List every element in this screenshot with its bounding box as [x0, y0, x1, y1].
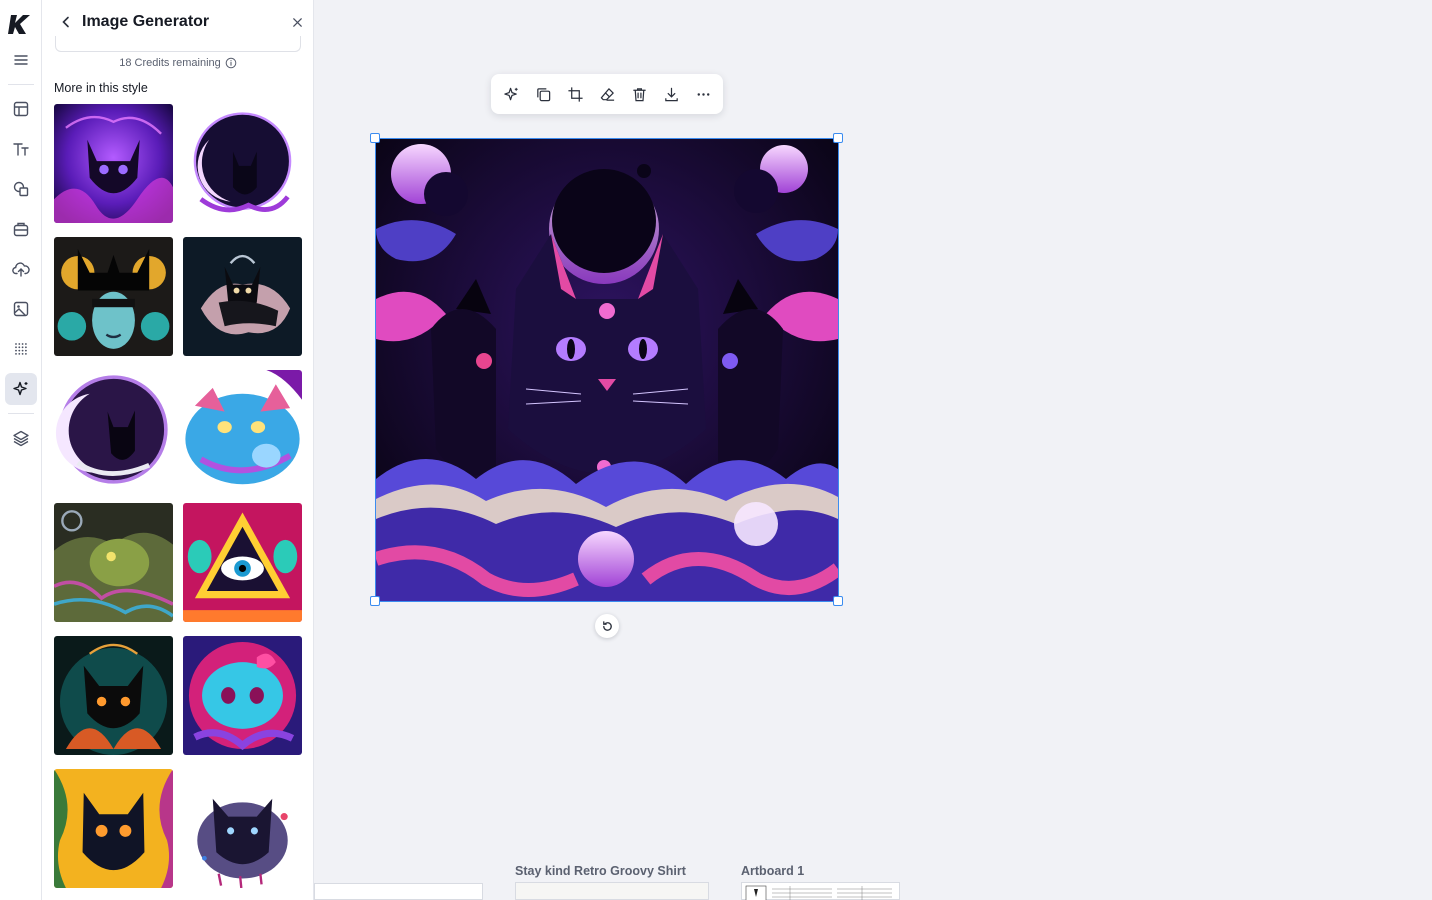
- resize-handle-top-left[interactable]: [370, 133, 380, 143]
- dots-pattern-icon[interactable]: [5, 333, 37, 365]
- elements-icon[interactable]: [5, 213, 37, 245]
- resize-handle-bottom-right[interactable]: [833, 596, 843, 606]
- thumbnail-spirit-wolf-dark[interactable]: [183, 237, 302, 356]
- thumbnail-neon-kitty-skulls[interactable]: [183, 636, 302, 755]
- prompt-field-edge[interactable]: [55, 36, 301, 52]
- credits-remaining: 18 Credits remaining: [42, 57, 313, 69]
- panel-title: Image Generator: [82, 13, 210, 30]
- text-icon[interactable]: [5, 133, 37, 165]
- more-icon[interactable]: [691, 82, 715, 106]
- layers-icon[interactable]: [5, 422, 37, 454]
- info-icon[interactable]: [225, 57, 237, 69]
- image-generator-panel: Image Generator 18 Credits remaining Mor…: [42, 0, 314, 900]
- menu-icon[interactable]: [5, 44, 37, 76]
- logo-icon[interactable]: [6, 10, 34, 38]
- upload-icon[interactable]: [5, 253, 37, 285]
- rail-divider: [8, 413, 34, 414]
- thumbnail-mandala-black-cat[interactable]: [54, 636, 173, 755]
- thumbnail-psychedelic-creature[interactable]: [54, 503, 173, 622]
- tool-rail: [0, 0, 42, 900]
- magic-edit-icon[interactable]: [499, 82, 523, 106]
- thumbnail-all-seeing-eye-aliens[interactable]: [183, 503, 302, 622]
- resize-handle-bottom-left[interactable]: [370, 596, 380, 606]
- rotate-icon: [602, 620, 612, 631]
- artboard-thumbnail[interactable]: [515, 882, 709, 900]
- crop-icon[interactable]: [563, 82, 587, 106]
- artboard-preview-graphic: [745, 885, 892, 900]
- back-button[interactable]: [56, 12, 76, 32]
- ai-generator-icon[interactable]: [5, 373, 37, 405]
- artboard-thumbnail[interactable]: [741, 882, 900, 900]
- delete-icon[interactable]: [627, 82, 651, 106]
- thumbnail-symmetric-cats-woman[interactable]: [54, 237, 173, 356]
- close-button[interactable]: [287, 12, 307, 32]
- download-icon[interactable]: [659, 82, 683, 106]
- shapes-icon[interactable]: [5, 173, 37, 205]
- chevron-left-icon: [62, 16, 69, 28]
- rail-divider: [8, 84, 34, 85]
- templates-icon[interactable]: [5, 93, 37, 125]
- credits-text: 18 Credits remaining: [119, 57, 221, 69]
- photos-icon[interactable]: [5, 293, 37, 325]
- duplicate-icon[interactable]: [531, 82, 555, 106]
- resize-handle-top-right[interactable]: [833, 133, 843, 143]
- thumbnail-crescent-moon-cat[interactable]: [54, 370, 173, 489]
- eraser-icon[interactable]: [595, 82, 619, 106]
- rotate-handle[interactable]: [595, 614, 619, 638]
- section-title: More in this style: [54, 81, 148, 95]
- artboard-label[interactable]: Artboard 1: [741, 864, 804, 878]
- image-toolbar: [491, 74, 723, 114]
- artboard-thumbnail-partial[interactable]: [314, 883, 483, 900]
- thumbnail-neon-fluffy-cat[interactable]: [183, 370, 302, 489]
- close-icon: [292, 17, 302, 27]
- thumbnail-purple-cosmic-cat[interactable]: [54, 104, 173, 223]
- artboard-label[interactable]: Stay kind Retro Groovy Shirt: [515, 864, 686, 878]
- thumbnail-moon-circle-cat[interactable]: [183, 104, 302, 223]
- thumbnail-splatter-black-cat[interactable]: [183, 769, 302, 888]
- thumbnail-yellow-swirl-black-cat[interactable]: [54, 769, 173, 888]
- selected-image[interactable]: [376, 139, 838, 601]
